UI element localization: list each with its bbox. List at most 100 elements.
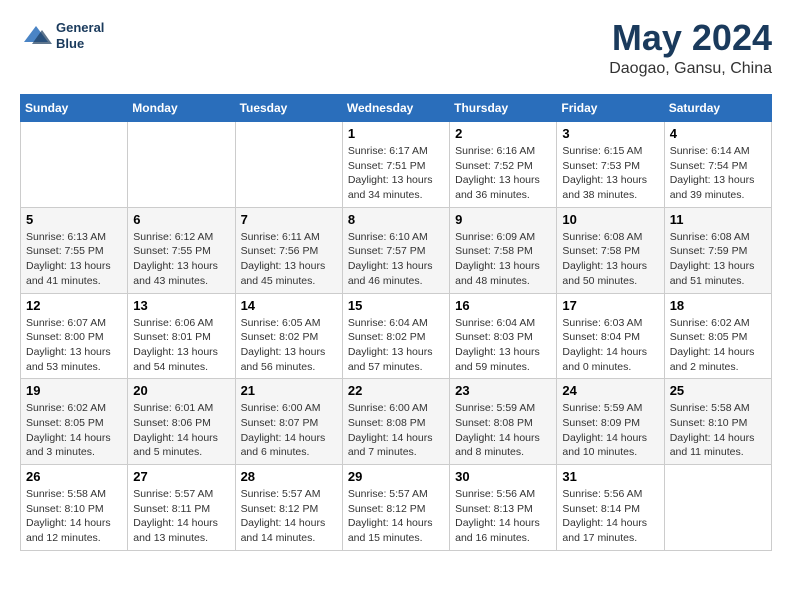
day-info: Sunrise: 5:56 AMSunset: 8:13 PMDaylight:… xyxy=(455,487,551,546)
calendar-cell: 10 Sunrise: 6:08 AMSunset: 7:58 PMDayligh… xyxy=(557,207,664,293)
calendar-cell xyxy=(128,122,235,208)
calendar-cell: 7 Sunrise: 6:11 AMSunset: 7:56 PMDaylight… xyxy=(235,207,342,293)
weekday-header-monday: Monday xyxy=(128,95,235,122)
calendar-cell: 24 Sunrise: 5:59 AMSunset: 8:09 PMDayligh… xyxy=(557,379,664,465)
calendar-table: SundayMondayTuesdayWednesdayThursdayFrid… xyxy=(20,94,772,551)
calendar-cell: 23 Sunrise: 5:59 AMSunset: 8:08 PMDayligh… xyxy=(450,379,557,465)
calendar-title: May 2024 xyxy=(609,20,772,56)
calendar-cell: 31 Sunrise: 5:56 AMSunset: 8:14 PMDayligh… xyxy=(557,465,664,551)
day-info: Sunrise: 6:03 AMSunset: 8:04 PMDaylight:… xyxy=(562,316,658,375)
calendar-cell: 1 Sunrise: 6:17 AMSunset: 7:51 PMDaylight… xyxy=(342,122,449,208)
day-number: 9 xyxy=(455,212,551,227)
calendar-cell xyxy=(235,122,342,208)
calendar-cell: 27Sunrise: 5:57 AMSunset: 8:11 PMDayligh… xyxy=(128,465,235,551)
day-number: 18 xyxy=(670,298,766,313)
calendar-cell: 8Sunrise: 6:10 AMSunset: 7:57 PMDaylight… xyxy=(342,207,449,293)
day-number: 20 xyxy=(133,383,229,398)
calendar-cell: 13Sunrise: 6:06 AMSunset: 8:01 PMDayligh… xyxy=(128,293,235,379)
logo-icon xyxy=(20,22,52,50)
logo: General Blue xyxy=(20,20,104,51)
calendar-cell: 12 Sunrise: 6:07 AMSunset: 8:00 PMDayligh… xyxy=(21,293,128,379)
day-info: Sunrise: 5:59 AMSunset: 8:09 PMDaylight:… xyxy=(562,401,658,460)
day-info: Sunrise: 6:12 AMSunset: 7:55 PMDaylight:… xyxy=(133,230,229,289)
day-info: Sunrise: 5:59 AMSunset: 8:08 PMDaylight:… xyxy=(455,401,551,460)
day-info: Sunrise: 6:15 AMSunset: 7:53 PMDaylight:… xyxy=(562,144,658,203)
day-info: Sunrise: 6:08 AMSunset: 7:58 PMDaylight:… xyxy=(562,230,658,289)
day-info: Sunrise: 6:08 AMSunset: 7:59 PMDaylight:… xyxy=(670,230,766,289)
day-number: 15 xyxy=(348,298,444,313)
calendar-cell: 15 Sunrise: 6:04 AMSunset: 8:02 PMDayligh… xyxy=(342,293,449,379)
calendar-week-3: 12 Sunrise: 6:07 AMSunset: 8:00 PMDayligh… xyxy=(21,293,772,379)
day-info: Sunrise: 6:07 AMSunset: 8:00 PMDaylight:… xyxy=(26,316,122,375)
calendar-cell: 2 Sunrise: 6:16 AMSunset: 7:52 PMDaylight… xyxy=(450,122,557,208)
weekday-header-friday: Friday xyxy=(557,95,664,122)
day-number: 3 xyxy=(562,126,658,141)
calendar-cell: 14 Sunrise: 6:05 AMSunset: 8:02 PMDayligh… xyxy=(235,293,342,379)
title-block: May 2024 Daogao, Gansu, China xyxy=(609,20,772,78)
weekday-header-wednesday: Wednesday xyxy=(342,95,449,122)
day-number: 23 xyxy=(455,383,551,398)
day-info: Sunrise: 6:02 AMSunset: 8:05 PMDaylight:… xyxy=(26,401,122,460)
calendar-cell: 16 Sunrise: 6:04 AMSunset: 8:03 PMDayligh… xyxy=(450,293,557,379)
calendar-cell: 28 Sunrise: 5:57 AMSunset: 8:12 PMDayligh… xyxy=(235,465,342,551)
day-number: 2 xyxy=(455,126,551,141)
day-info: Sunrise: 6:04 AMSunset: 8:02 PMDaylight:… xyxy=(348,316,444,375)
day-info: Sunrise: 6:00 AMSunset: 8:07 PMDaylight:… xyxy=(241,401,337,460)
day-number: 26 xyxy=(26,469,122,484)
day-number: 14 xyxy=(241,298,337,313)
day-number: 24 xyxy=(562,383,658,398)
day-info: Sunrise: 6:06 AMSunset: 8:01 PMDaylight:… xyxy=(133,316,229,375)
calendar-cell: 21 Sunrise: 6:00 AMSunset: 8:07 PMDayligh… xyxy=(235,379,342,465)
day-info: Sunrise: 6:11 AMSunset: 7:56 PMDaylight:… xyxy=(241,230,337,289)
weekday-header-tuesday: Tuesday xyxy=(235,95,342,122)
calendar-cell: 9 Sunrise: 6:09 AMSunset: 7:58 PMDaylight… xyxy=(450,207,557,293)
day-number: 10 xyxy=(562,212,658,227)
calendar-week-2: 5Sunrise: 6:13 AMSunset: 7:55 PMDaylight… xyxy=(21,207,772,293)
day-info: Sunrise: 6:04 AMSunset: 8:03 PMDaylight:… xyxy=(455,316,551,375)
logo-line1: General xyxy=(56,20,104,36)
day-number: 4 xyxy=(670,126,766,141)
weekday-header-sunday: Sunday xyxy=(21,95,128,122)
calendar-week-4: 19 Sunrise: 6:02 AMSunset: 8:05 PMDayligh… xyxy=(21,379,772,465)
day-number: 21 xyxy=(241,383,337,398)
day-number: 19 xyxy=(26,383,122,398)
day-info: Sunrise: 6:17 AMSunset: 7:51 PMDaylight:… xyxy=(348,144,444,203)
day-number: 25 xyxy=(670,383,766,398)
day-number: 11 xyxy=(670,212,766,227)
day-info: Sunrise: 6:02 AMSunset: 8:05 PMDaylight:… xyxy=(670,316,766,375)
day-info: Sunrise: 6:00 AMSunset: 8:08 PMDaylight:… xyxy=(348,401,444,460)
day-number: 17 xyxy=(562,298,658,313)
day-info: Sunrise: 6:13 AMSunset: 7:55 PMDaylight:… xyxy=(26,230,122,289)
day-info: Sunrise: 5:56 AMSunset: 8:14 PMDaylight:… xyxy=(562,487,658,546)
calendar-cell: 19 Sunrise: 6:02 AMSunset: 8:05 PMDayligh… xyxy=(21,379,128,465)
day-number: 29 xyxy=(348,469,444,484)
day-number: 28 xyxy=(241,469,337,484)
calendar-cell: 22Sunrise: 6:00 AMSunset: 8:08 PMDayligh… xyxy=(342,379,449,465)
day-info: Sunrise: 6:09 AMSunset: 7:58 PMDaylight:… xyxy=(455,230,551,289)
day-info: Sunrise: 6:10 AMSunset: 7:57 PMDaylight:… xyxy=(348,230,444,289)
day-number: 31 xyxy=(562,469,658,484)
day-number: 7 xyxy=(241,212,337,227)
day-info: Sunrise: 6:01 AMSunset: 8:06 PMDaylight:… xyxy=(133,401,229,460)
calendar-cell: 4Sunrise: 6:14 AMSunset: 7:54 PMDaylight… xyxy=(664,122,771,208)
calendar-cell: 30 Sunrise: 5:56 AMSunset: 8:13 PMDayligh… xyxy=(450,465,557,551)
day-number: 6 xyxy=(133,212,229,227)
day-number: 1 xyxy=(348,126,444,141)
weekday-header-thursday: Thursday xyxy=(450,95,557,122)
logo-text: General Blue xyxy=(56,20,104,51)
day-number: 12 xyxy=(26,298,122,313)
day-info: Sunrise: 5:58 AMSunset: 8:10 PMDaylight:… xyxy=(670,401,766,460)
calendar-cell: 6 Sunrise: 6:12 AMSunset: 7:55 PMDaylight… xyxy=(128,207,235,293)
calendar-cell: 3 Sunrise: 6:15 AMSunset: 7:53 PMDaylight… xyxy=(557,122,664,208)
day-info: Sunrise: 6:05 AMSunset: 8:02 PMDaylight:… xyxy=(241,316,337,375)
day-number: 16 xyxy=(455,298,551,313)
page-header: General Blue May 2024 Daogao, Gansu, Chi… xyxy=(20,20,772,78)
day-info: Sunrise: 6:16 AMSunset: 7:52 PMDaylight:… xyxy=(455,144,551,203)
calendar-cell: 11 Sunrise: 6:08 AMSunset: 7:59 PMDayligh… xyxy=(664,207,771,293)
logo-line2: Blue xyxy=(56,36,104,52)
day-number: 27 xyxy=(133,469,229,484)
day-info: Sunrise: 5:57 AMSunset: 8:12 PMDaylight:… xyxy=(241,487,337,546)
calendar-cell: 26Sunrise: 5:58 AMSunset: 8:10 PMDayligh… xyxy=(21,465,128,551)
day-number: 30 xyxy=(455,469,551,484)
weekday-header-saturday: Saturday xyxy=(664,95,771,122)
